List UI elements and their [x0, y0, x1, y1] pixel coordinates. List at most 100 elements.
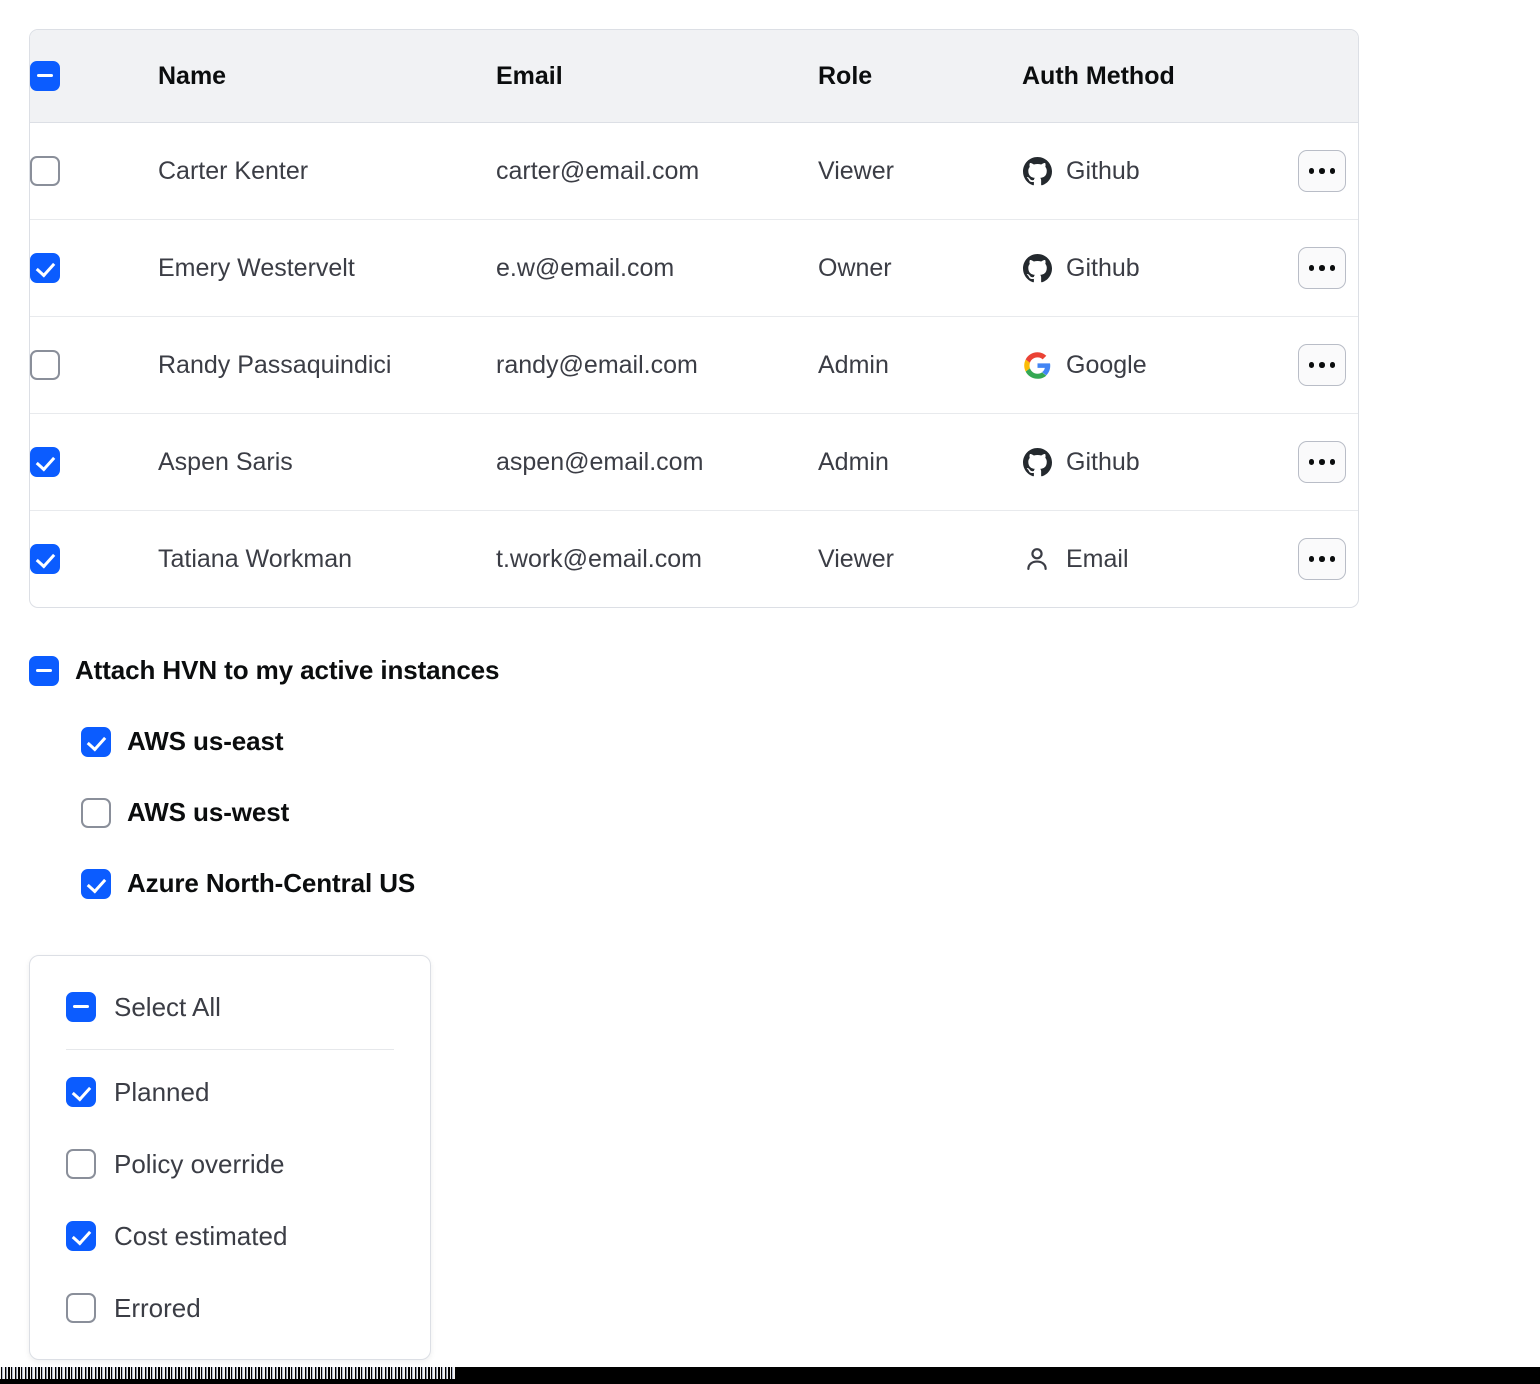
cell-email: aspen@email.com: [496, 413, 818, 511]
more-horizontal-icon: [1308, 362, 1315, 368]
row-select-cell: [30, 511, 158, 608]
table-header-row: Name Email Role Auth Method: [30, 30, 1358, 123]
auth-method-label: Email: [1066, 544, 1129, 573]
cell-role: Owner: [818, 219, 1022, 317]
more-horizontal-icon: [1308, 459, 1315, 465]
users-table-header: Name Email Role Auth Method: [30, 30, 1358, 123]
cell-email: e.w@email.com: [496, 219, 818, 317]
cell-actions: [1288, 316, 1358, 414]
row-checkbox[interactable]: [30, 253, 60, 284]
github-icon: [1022, 447, 1052, 477]
filter-dropdown-panel: Select All Planned Policy override Cost …: [29, 955, 431, 1360]
dropdown-item-policy-override[interactable]: Policy override: [30, 1139, 430, 1189]
table-row[interactable]: Aspen Saris aspen@email.com Admin Github: [30, 413, 1358, 511]
dropdown-item-planned[interactable]: Planned: [30, 1067, 430, 1117]
dropdown-item-label: Errored: [114, 1292, 201, 1323]
hvn-parent-row[interactable]: Attach HVN to my active instances: [29, 655, 929, 686]
dropdown-item-cost-estimated[interactable]: Cost estimated: [30, 1211, 430, 1261]
hvn-parent-label: Attach HVN to my active instances: [75, 655, 500, 685]
cell-role: Viewer: [818, 122, 1022, 220]
auth-method-label: Github: [1066, 447, 1140, 476]
cell-actions: [1288, 413, 1358, 511]
table-row[interactable]: Randy Passaquindici randy@email.com Admi…: [30, 316, 1358, 414]
row-more-actions-button[interactable]: [1298, 150, 1346, 192]
cell-role: Viewer: [818, 544, 894, 573]
cell-actions: [1288, 219, 1358, 317]
cell-name: Emery Westervelt: [158, 219, 496, 317]
more-horizontal-icon: [1308, 265, 1315, 271]
dropdown-item-checkbox[interactable]: [66, 1149, 96, 1179]
users-table-body: Carter Kenter carter@email.com Viewer Gi…: [30, 122, 1358, 608]
hvn-parent-checkbox[interactable]: [29, 655, 59, 686]
dropdown-item-checkbox[interactable]: [66, 1077, 96, 1107]
column-header-auth-method[interactable]: Auth Method: [1022, 30, 1288, 123]
user-icon: [1022, 544, 1052, 574]
cell-role: Admin: [818, 413, 1022, 511]
cell-name: Aspen Saris: [158, 413, 496, 511]
bottom-noise-artifact: [0, 1367, 455, 1379]
row-more-actions-button[interactable]: [1298, 344, 1346, 386]
cell-actions: [1288, 511, 1358, 608]
column-header-role[interactable]: Role: [818, 30, 1022, 123]
cell-actions: [1288, 122, 1358, 220]
column-header-actions: [1288, 30, 1358, 123]
cell-auth-method: Email: [1022, 511, 1288, 608]
cell-auth-method: Google: [1022, 316, 1288, 414]
auth-method-label: Google: [1066, 350, 1147, 379]
hvn-child-row-azure-north-central-us[interactable]: Azure North-Central US: [81, 868, 929, 899]
row-select-cell: [30, 413, 158, 511]
row-checkbox[interactable]: [30, 544, 60, 575]
hvn-child-checkbox[interactable]: [81, 868, 111, 899]
github-icon: [1022, 253, 1052, 283]
cell-auth-method: Github: [1022, 413, 1288, 511]
dropdown-divider: [66, 1049, 394, 1050]
cell-name: Carter Kenter: [158, 122, 496, 220]
users-table: Name Email Role Auth Method Carter Kente…: [30, 30, 1358, 608]
table-row[interactable]: Emery Westervelt e.w@email.com Owner Git…: [30, 219, 1358, 317]
hvn-child-checkbox[interactable]: [81, 726, 111, 757]
dropdown-item-label: Cost estimated: [114, 1220, 288, 1251]
hvn-child-row-aws-us-west[interactable]: AWS us-west: [81, 797, 929, 828]
column-header-name[interactable]: Name: [158, 30, 496, 123]
more-horizontal-icon: [1308, 556, 1315, 562]
dropdown-item-checkbox[interactable]: [66, 1221, 96, 1251]
dropdown-item-checkbox[interactable]: [66, 1293, 96, 1323]
row-checkbox[interactable]: [30, 156, 60, 187]
dropdown-item-errored[interactable]: Errored: [30, 1283, 430, 1333]
row-more-actions-button[interactable]: [1298, 247, 1346, 289]
row-checkbox[interactable]: [30, 350, 60, 381]
hvn-checkbox-group: Attach HVN to my active instances AWS us…: [29, 655, 929, 899]
row-select-cell: [30, 316, 158, 414]
dropdown-options-list: Planned Policy override Cost estimated E…: [30, 1067, 430, 1333]
table-row[interactable]: Tatiana Workman t.work@email.com Viewer …: [30, 511, 1358, 608]
cell-name: Tatiana Workman: [158, 544, 353, 573]
auth-method-label: Github: [1066, 253, 1140, 282]
cell-auth-method: Github: [1022, 219, 1288, 317]
dropdown-item-label: Policy override: [114, 1148, 285, 1179]
cell-role: Admin: [818, 316, 1022, 414]
github-icon: [1022, 156, 1052, 186]
hvn-child-label: AWS us-west: [127, 797, 290, 827]
dropdown-select-all-item[interactable]: Select All: [30, 982, 430, 1032]
google-icon: [1022, 350, 1052, 380]
hvn-child-row-aws-us-east[interactable]: AWS us-east: [81, 726, 929, 757]
row-checkbox[interactable]: [30, 447, 60, 478]
column-header-email[interactable]: Email: [496, 30, 818, 123]
users-table-card: Name Email Role Auth Method Carter Kente…: [29, 29, 1359, 608]
cell-name: Randy Passaquindici: [158, 316, 496, 414]
cell-auth-method: Github: [1022, 122, 1288, 220]
table-row[interactable]: Carter Kenter carter@email.com Viewer Gi…: [30, 122, 1358, 220]
row-more-actions-button[interactable]: [1298, 538, 1346, 580]
dropdown-select-all-label: Select All: [114, 991, 221, 1022]
row-more-actions-button[interactable]: [1298, 441, 1346, 483]
select-all-checkbox[interactable]: [30, 61, 60, 92]
hvn-child-checkbox[interactable]: [81, 797, 111, 828]
more-horizontal-icon: [1308, 168, 1315, 174]
bottom-edge-artifact: [0, 1367, 1540, 1384]
select-all-header-cell: [30, 30, 158, 123]
cell-email: carter@email.com: [496, 122, 818, 220]
row-select-cell: [30, 122, 158, 220]
auth-method-label: Github: [1066, 156, 1140, 185]
cell-email: randy@email.com: [496, 316, 818, 414]
dropdown-select-all-checkbox[interactable]: [66, 992, 96, 1022]
